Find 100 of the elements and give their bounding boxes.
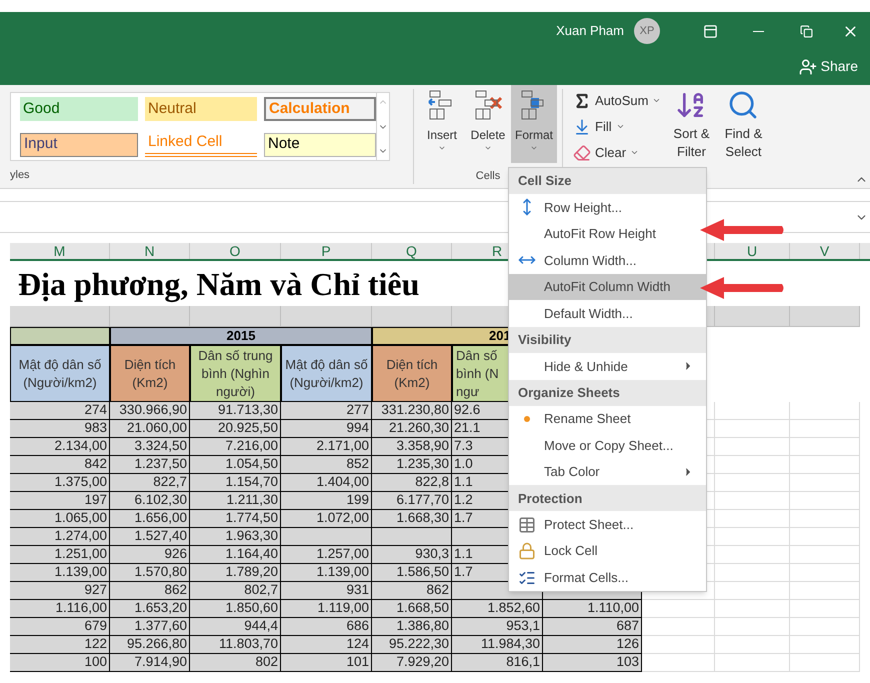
table-cell: 687 xyxy=(543,618,642,636)
table-cell: 330.966,90 xyxy=(110,402,190,420)
table-cell: 1.586,50 xyxy=(372,564,452,582)
table-cell: 7.216,00 xyxy=(190,438,281,456)
table-cell: 21.060,00 xyxy=(110,420,190,438)
cell-style-swatch[interactable]: Good xyxy=(20,97,138,121)
table-cell: 1.139,00 xyxy=(10,564,110,582)
table-cell: 1.235,30 xyxy=(372,456,452,474)
table-cell: 3.358,90 xyxy=(372,438,452,456)
share-button[interactable]: Share xyxy=(798,56,858,77)
table-cell: 1.139,00 xyxy=(281,564,372,582)
table-cell: 802 xyxy=(190,654,281,672)
table-cell: 1.527,40 xyxy=(110,528,190,546)
table-cell: 1.774,50 xyxy=(190,510,281,528)
menu-item-label: Column Width... xyxy=(544,252,636,270)
menu-section-heading: Organize Sheets xyxy=(509,380,706,406)
table-cell: 2.171,00 xyxy=(281,438,372,456)
table-cell: 1.668,50 xyxy=(372,600,452,618)
ribbon-button[interactable]: Find & Select xyxy=(721,89,766,188)
caret-icon xyxy=(530,144,538,152)
menu-item[interactable]: Row Height... xyxy=(509,194,706,221)
menu-item[interactable]: AutoFit Column Width xyxy=(509,274,706,300)
table-cell: 197 xyxy=(10,492,110,510)
table-cell: 1.852,60 xyxy=(452,600,543,618)
table-cell: 842 xyxy=(10,456,110,474)
table-cell: 331.230,80 xyxy=(372,402,452,420)
group-label: yles xyxy=(10,168,31,183)
table-cell: 1.054,50 xyxy=(190,456,281,474)
menu-section-heading: Protection xyxy=(509,485,706,512)
table-cell: 277 xyxy=(281,402,372,420)
table-cell: 1.211,30 xyxy=(190,492,281,510)
cell-style-swatch[interactable]: Neutral xyxy=(145,97,257,121)
cell-style-swatch[interactable]: Note xyxy=(264,132,376,156)
ribbon-button[interactable]: Fill xyxy=(573,115,662,138)
table-cell: 7.914,90 xyxy=(110,654,190,672)
table-cell: 927 xyxy=(10,582,110,600)
table-cell: 1.656,00 xyxy=(110,510,190,528)
lock-icon xyxy=(518,542,536,560)
table-cell: 6.177,70 xyxy=(372,492,452,510)
table-cell: 1.237,50 xyxy=(110,456,190,474)
ribbon-button[interactable]: Format xyxy=(511,85,557,163)
column-header[interactable]: O xyxy=(190,243,281,259)
table-cell: 3.324,50 xyxy=(110,438,190,456)
table-cell: 983 xyxy=(10,420,110,438)
table-cell: 1.065,00 xyxy=(10,510,110,528)
ribbon-button[interactable]: AutoSum xyxy=(573,89,662,112)
ribbon-display-icon xyxy=(702,24,718,38)
table-cell: 994 xyxy=(281,420,372,438)
table-cell: 126 xyxy=(543,636,642,654)
field-header: Diện tích (Km2) xyxy=(372,345,452,402)
table-cell: 944,4 xyxy=(190,618,281,636)
table-cell: 1.274,00 xyxy=(10,528,110,546)
table-cell: 953,1 xyxy=(452,618,543,636)
table-cell: 686 xyxy=(281,618,372,636)
table-cell: 1.668,30 xyxy=(372,510,452,528)
group-label: Cells xyxy=(476,169,500,184)
ribbon-button[interactable]: Delete xyxy=(465,85,511,163)
menu-item[interactable]: Default Width... xyxy=(509,300,706,327)
ribbon-button[interactable]: Clear xyxy=(573,141,662,164)
user-name: Xuan Pham xyxy=(556,22,624,40)
table-cell: 103 xyxy=(543,654,642,672)
bullet-icon xyxy=(524,416,530,422)
ribbon-button[interactable]: Insert xyxy=(419,85,465,163)
table-cell: 1.257,00 xyxy=(281,546,372,564)
table-cell: 124 xyxy=(281,636,372,654)
menu-item-label: Hide & Unhide xyxy=(544,358,628,376)
table-cell: 1.386,80 xyxy=(372,618,452,636)
table-cell: 679 xyxy=(10,618,110,636)
table-cell: 931 xyxy=(281,582,372,600)
column-header[interactable]: Q xyxy=(372,243,452,259)
table-cell: 1.164,40 xyxy=(190,546,281,564)
column-header[interactable]: V xyxy=(790,243,860,259)
column-header[interactable]: N xyxy=(110,243,190,259)
table-cell: 11.803,70 xyxy=(190,636,281,654)
table-cell: 1.116,00 xyxy=(10,600,110,618)
table-cell: 274 xyxy=(10,402,110,420)
menu-section-heading: Cell Size xyxy=(509,168,706,194)
table-cell: 1.251,00 xyxy=(10,546,110,564)
table-cell: 802,7 xyxy=(190,582,281,600)
fill-down-icon xyxy=(573,118,591,136)
table-cell: 1.375,00 xyxy=(10,474,110,492)
sheet-title: Địa phương, Năm và Chỉ tiêu xyxy=(17,264,420,304)
field-header: Mật độ dân số (Người/km2) xyxy=(281,345,372,402)
column-header[interactable]: P xyxy=(281,243,372,259)
menu-item-label: Default Width... xyxy=(544,304,633,323)
table-cell: 1.653,20 xyxy=(110,600,190,618)
table-cell: 1.377,60 xyxy=(110,618,190,636)
table-cell: 1.110,00 xyxy=(543,600,642,618)
table-cell: 1.570,80 xyxy=(110,564,190,582)
table-cell: 91.713,30 xyxy=(190,402,281,420)
table-cell: 852 xyxy=(281,456,372,474)
restore-icon xyxy=(800,24,812,38)
share-person-icon xyxy=(798,58,817,76)
field-header: Diện tích (Km2) xyxy=(110,345,190,402)
table-cell: 100 xyxy=(10,654,110,672)
menu-item-label: Protect Sheet... xyxy=(544,516,634,534)
column-header[interactable]: U xyxy=(715,243,790,259)
search-icon xyxy=(727,89,760,121)
column-header[interactable]: M xyxy=(10,243,110,259)
cell-style-swatch[interactable]: Input xyxy=(20,132,138,156)
